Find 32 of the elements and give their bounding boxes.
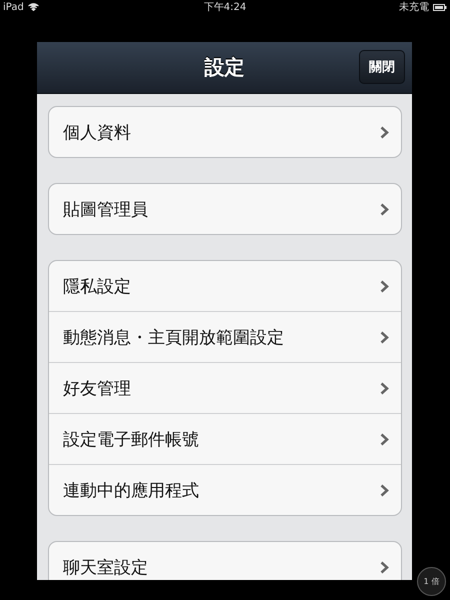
header-title: 設定 <box>204 54 244 81</box>
row-label: 貼圖管理員 <box>63 198 148 220</box>
settings-row[interactable]: 動態消息・主頁開放範圍設定 <box>49 311 401 362</box>
zoom-badge[interactable]: 1 倍 <box>417 567 446 596</box>
settings-row[interactable]: 設定電子郵件帳號 <box>49 413 401 464</box>
settings-row[interactable]: 好友管理 <box>49 362 401 413</box>
status-time: 下午4:24 <box>204 1 246 14</box>
close-button[interactable]: 關閉 <box>359 50 405 84</box>
row-label: 個人資料 <box>63 122 131 144</box>
chevron-icon <box>380 560 389 574</box>
row-label: 聊天室設定 <box>63 556 148 578</box>
device-name: iPad <box>3 2 24 12</box>
chevron-icon <box>380 126 389 138</box>
row-label: 隱私設定 <box>63 276 131 298</box>
chevron-icon <box>380 330 389 344</box>
row-label: 連動中的應用程式 <box>63 480 199 502</box>
battery-icon <box>433 4 447 10</box>
chevron-icon <box>380 432 389 446</box>
row-label: 動態消息・主頁開放範圍設定 <box>63 326 284 348</box>
settings-row[interactable]: 連動中的應用程式 <box>49 464 401 515</box>
chevron-icon <box>380 202 389 216</box>
battery-status: 未充電 <box>399 0 429 14</box>
chevron-icon <box>380 280 389 292</box>
row-label: 設定電子郵件帳號 <box>63 428 199 450</box>
settings-row[interactable]: 個人資料 <box>49 107 401 157</box>
settings-row[interactable]: 聊天室設定 <box>49 542 401 580</box>
settings-row[interactable]: 貼圖管理員 <box>49 184 401 234</box>
row-label: 好友管理 <box>63 378 131 400</box>
wifi-icon <box>28 3 39 11</box>
settings-row[interactable]: 隱私設定 <box>49 261 401 311</box>
chevron-icon <box>380 484 389 496</box>
chevron-icon <box>380 382 389 394</box>
